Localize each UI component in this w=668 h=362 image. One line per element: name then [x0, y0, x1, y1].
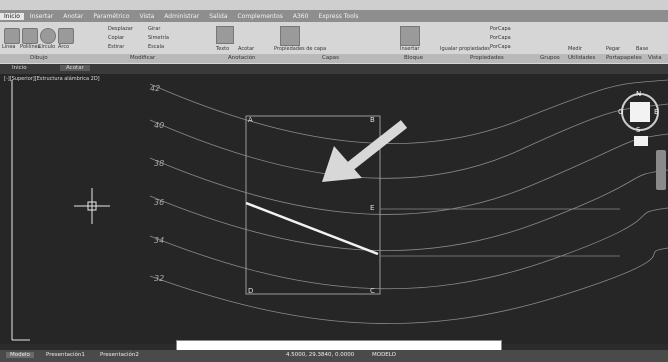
text-tool-icon[interactable]: [216, 26, 234, 44]
compass-n: N: [636, 90, 642, 98]
contour-label-32: 32: [154, 274, 165, 283]
doc-tab-drawing[interactable]: Acotar: [60, 65, 90, 71]
menu-tabs: Inicio Insertar Anotar Paramétrico Vista Admi…: [0, 10, 668, 22]
panel-layers: Capas: [322, 55, 339, 61]
text-label: Texto: [216, 46, 230, 52]
document-tabs: Inicio Acotar: [0, 64, 668, 74]
menu-tab-2[interactable]: Anotar: [59, 13, 87, 20]
menu-tab-3[interactable]: Paramétrico: [89, 13, 133, 20]
menu-tab-7[interactable]: Complementos: [234, 13, 287, 20]
color-bylayer[interactable]: PorCapa: [490, 26, 511, 32]
arc-label: Arco: [58, 44, 70, 50]
panel-annotation: Anotación: [228, 55, 256, 61]
contour-label-42: 42: [150, 84, 161, 93]
contour-label-34: 34: [154, 236, 165, 245]
point-label-e: E: [370, 204, 375, 212]
contour-label-40: 40: [154, 121, 165, 130]
menu-tab-4[interactable]: Vista: [136, 13, 159, 20]
model-space-toggle[interactable]: MODELO: [372, 352, 396, 358]
menu-tab-8[interactable]: A360: [289, 13, 313, 20]
compass-s: S: [636, 126, 641, 134]
panel-view: Vista: [648, 55, 662, 61]
point-label-d: D: [248, 287, 254, 295]
base-label[interactable]: Base: [636, 46, 648, 52]
arc-tool-icon[interactable]: [58, 28, 74, 44]
measure-label[interactable]: Medir: [568, 46, 582, 52]
menu-tab-0[interactable]: Inicio: [0, 12, 24, 20]
panel-utilities: Utilidades: [568, 55, 596, 61]
circle-tool-icon[interactable]: [40, 28, 56, 44]
panel-modify: Modificar: [130, 55, 156, 61]
panel-labels: Dibujo Modificar Anotación Capas Bloque …: [0, 54, 668, 63]
menu-tab-1[interactable]: Insertar: [26, 13, 57, 20]
paste-label[interactable]: Pegar: [606, 46, 620, 52]
title-bar: [0, 0, 668, 10]
panel-groups: Grupos: [540, 55, 560, 61]
move-button[interactable]: Desplazar: [108, 26, 133, 32]
insert-block-icon[interactable]: [400, 26, 420, 46]
status-bar: Modelo Presentación1 Presentación2 4.500…: [0, 350, 668, 362]
coordinates-readout: 4.5000, 29.3840, 0.0000: [286, 352, 355, 358]
stretch-button[interactable]: Estirar: [108, 44, 124, 50]
viewport-label[interactable]: [-][Superior][Estructura alámbrica 2D]: [4, 76, 100, 82]
dimension-label: Acotar: [238, 46, 255, 52]
layer-properties-icon[interactable]: [280, 26, 300, 46]
menu-tab-6[interactable]: Salida: [205, 13, 231, 20]
rotate-button[interactable]: Girar: [148, 26, 160, 32]
panel-properties: Propiedades: [470, 55, 504, 61]
lineweight-bylayer[interactable]: PorCapa: [490, 44, 511, 50]
panel-block: Bloque: [404, 55, 424, 61]
contour-label-36: 36: [154, 198, 165, 207]
navigation-bar[interactable]: [656, 150, 666, 190]
linetype-bylayer[interactable]: PorCapa: [490, 35, 511, 41]
polyline-tool-icon[interactable]: [22, 28, 38, 44]
scale-button[interactable]: Escala: [148, 44, 164, 50]
panel-clipboard: Portapapeles: [606, 55, 642, 61]
point-label-c: C: [370, 287, 375, 295]
layout-tab-2[interactable]: Presentación2: [100, 352, 139, 358]
menu-tab-5[interactable]: Administrar: [160, 13, 203, 20]
insert-label: Insertar: [400, 46, 420, 52]
layer-properties-label: Propiedades de capa: [274, 46, 327, 52]
circle-label: Círculo: [38, 44, 56, 50]
point-label-b: B: [370, 116, 375, 124]
compass-w: O: [618, 108, 624, 116]
line-tool-icon[interactable]: [4, 28, 20, 44]
match-properties-label[interactable]: Igualar propiedades: [440, 46, 490, 52]
point-label-a: A: [248, 116, 253, 124]
drawing-canvas[interactable]: [0, 74, 668, 344]
line-label: Línea: [2, 44, 16, 50]
menu-tab-9[interactable]: Express Tools: [314, 13, 362, 20]
doc-tab-start[interactable]: Inicio: [6, 65, 33, 71]
compass-e: E: [654, 108, 659, 116]
mirror-button[interactable]: Simetría: [148, 35, 169, 41]
layout-tab-model[interactable]: Modelo: [6, 352, 34, 358]
contour-label-38: 38: [154, 159, 165, 168]
layout-tab-1[interactable]: Presentación1: [46, 352, 85, 358]
copy-button[interactable]: Copiar: [108, 35, 124, 41]
panel-draw: Dibujo: [30, 55, 48, 61]
